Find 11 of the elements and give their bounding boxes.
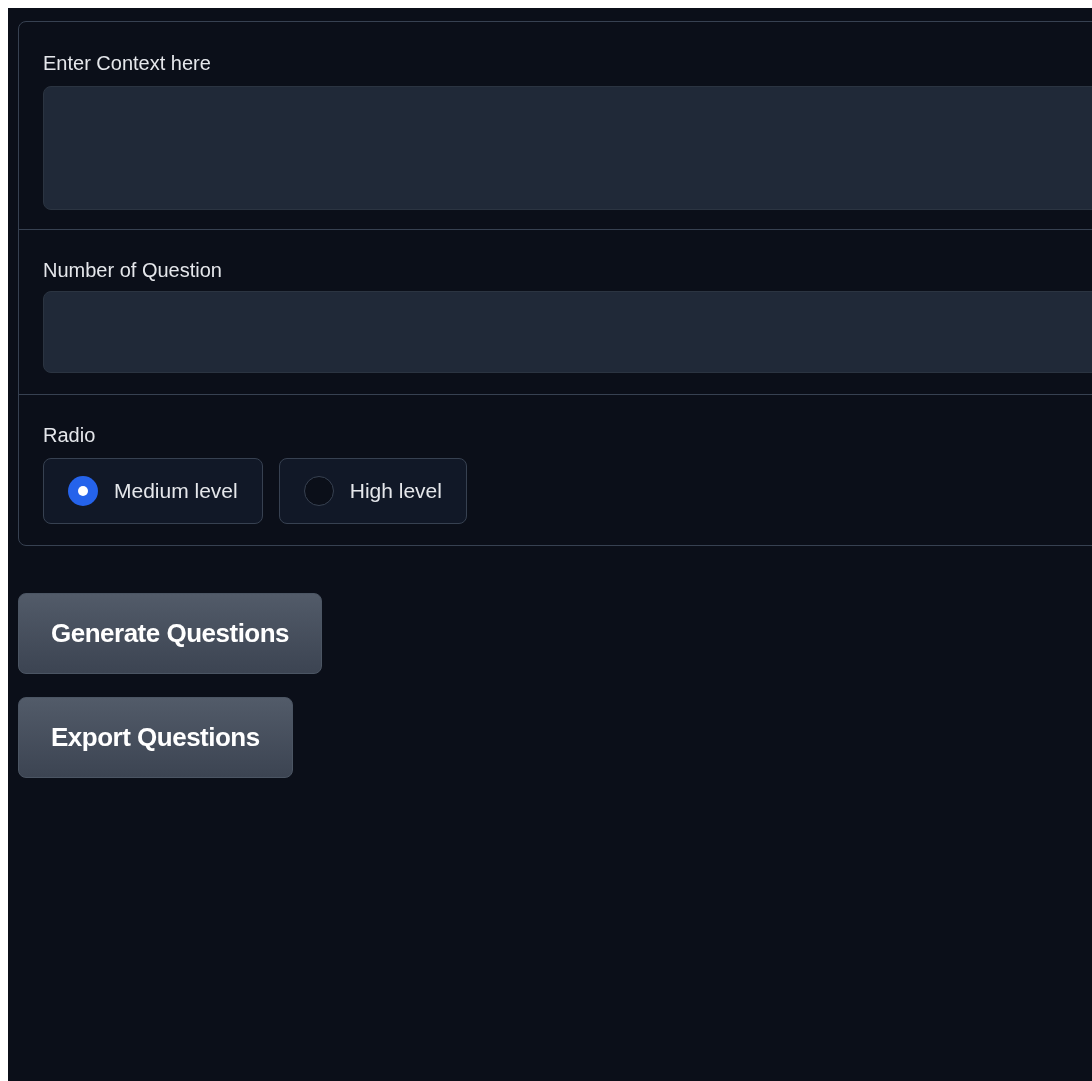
field-label: Number of Question bbox=[43, 258, 223, 283]
radio-option[interactable]: Medium level bbox=[43, 458, 263, 524]
field-label: Enter Context here bbox=[43, 51, 212, 76]
radio-label: Radio bbox=[43, 423, 97, 448]
radio-option[interactable]: High level bbox=[278, 458, 467, 524]
action-button[interactable]: Export Questions bbox=[18, 697, 293, 778]
radio-selected-icon bbox=[68, 476, 98, 506]
action-button[interactable]: Generate Questions bbox=[18, 593, 323, 674]
question-count-field[interactable] bbox=[43, 291, 1092, 373]
context-field[interactable] bbox=[43, 86, 1092, 210]
radio-icon bbox=[303, 476, 334, 506]
